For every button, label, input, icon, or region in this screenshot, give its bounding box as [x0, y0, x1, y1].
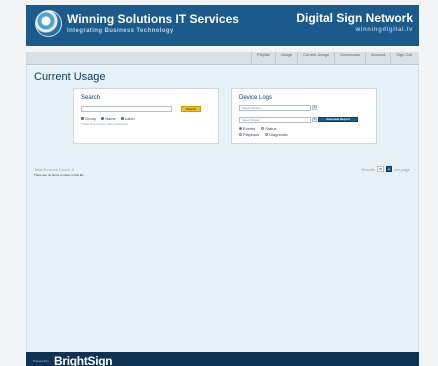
empty-list-message: There are no items to show in this list: [34, 173, 84, 177]
radio-events-label: Events: [243, 126, 256, 131]
checkbox-label[interactable]: [120, 117, 124, 120]
main-navigation: Playlist Usage Current Usage Downloads A…: [26, 52, 419, 65]
radio-status-label: Status: [265, 126, 277, 131]
nav-tab-sign-out[interactable]: Sign Out: [390, 52, 417, 65]
page-size-go-icon[interactable]: ▸: [386, 166, 393, 172]
nav-tab-playlist[interactable]: Playlist: [250, 52, 275, 65]
radio-status-dot[interactable]: [261, 127, 265, 130]
option-label-label: Label: [124, 116, 135, 121]
brand-subtitle: Integrating Business Technology: [67, 28, 174, 34]
results-pager: Results 25 ▸ per page: [362, 166, 410, 172]
radio-playback[interactable]: Playback: [239, 132, 259, 137]
main-content: Current Usage Search Search Group Name L…: [26, 66, 419, 352]
pager-suffix: per page: [394, 166, 410, 172]
page-size-select[interactable]: 25: [376, 166, 385, 172]
report-type-row-1: Events Status: [239, 126, 277, 131]
report-type-row-2: Playback Diagnostic: [239, 132, 288, 137]
radio-diagnostic-label: Diagnostic: [269, 132, 288, 137]
search-options: Group Name Label: [81, 116, 135, 121]
device-logs-panel: Device Logs Select Device ▾ Select Repor…: [231, 88, 377, 144]
report-select[interactable]: Select Report: [239, 117, 311, 123]
radio-playback-label: Playback: [243, 132, 260, 137]
option-name-label: Name: [105, 116, 116, 121]
nav-tab-downloads[interactable]: Downloads: [334, 52, 365, 65]
device-select[interactable]: Select Device: [239, 105, 311, 111]
product-subtitle: winningdigital.tv: [355, 27, 413, 33]
search-button[interactable]: Search: [181, 106, 201, 112]
product-title: Digital Sign Network: [296, 11, 413, 25]
radio-diagnostic[interactable]: Diagnostic: [265, 132, 288, 137]
radio-playback-dot[interactable]: [239, 133, 242, 136]
option-name[interactable]: Name: [101, 116, 116, 121]
radio-events-dot[interactable]: [239, 127, 242, 130]
total-devices-count: Total Devices Count: 0: [34, 167, 75, 172]
option-group[interactable]: Group: [81, 116, 96, 121]
powered-by-label: Powered by: [33, 359, 49, 363]
company-logo-icon: [35, 10, 62, 37]
brand-title: Winning Solutions IT Services: [67, 12, 239, 26]
header-banner: Winning Solutions IT Services Integratin…: [26, 5, 419, 46]
page-title: Current Usage: [34, 71, 106, 83]
nav-tab-current-usage[interactable]: Current Usage: [297, 52, 334, 65]
generate-report-button[interactable]: Generate Report: [318, 117, 358, 122]
nav-tab-usage[interactable]: Usage: [274, 52, 298, 65]
nav-tab-account[interactable]: Account: [364, 52, 390, 65]
radio-diagnostic-dot[interactable]: [265, 133, 269, 136]
search-hint: * Search terms are case insensitive: [81, 122, 129, 126]
report-select-chevron-down-icon[interactable]: ▾: [312, 117, 317, 122]
radio-status[interactable]: Status: [261, 126, 277, 131]
radio-events[interactable]: Events: [239, 126, 255, 131]
footer-bar: Powered by BrightSign: [26, 352, 419, 366]
option-label[interactable]: Label: [120, 116, 135, 121]
search-input[interactable]: [81, 106, 172, 112]
device-logs-title: Device Logs: [239, 95, 273, 101]
device-select-chevron-down-icon[interactable]: ▾: [312, 105, 317, 110]
pager-prefix: Results: [361, 166, 375, 172]
checkbox-name[interactable]: [101, 117, 105, 120]
search-panel: Search Search Group Name Label * Search …: [73, 88, 219, 144]
checkbox-group[interactable]: [81, 117, 84, 120]
option-group-label: Group: [85, 116, 97, 121]
search-panel-title: Search: [81, 95, 101, 101]
nav-tab-list: Playlist Usage Current Usage Downloads A…: [250, 52, 417, 65]
brightsign-logo: BrightSign: [54, 354, 113, 366]
